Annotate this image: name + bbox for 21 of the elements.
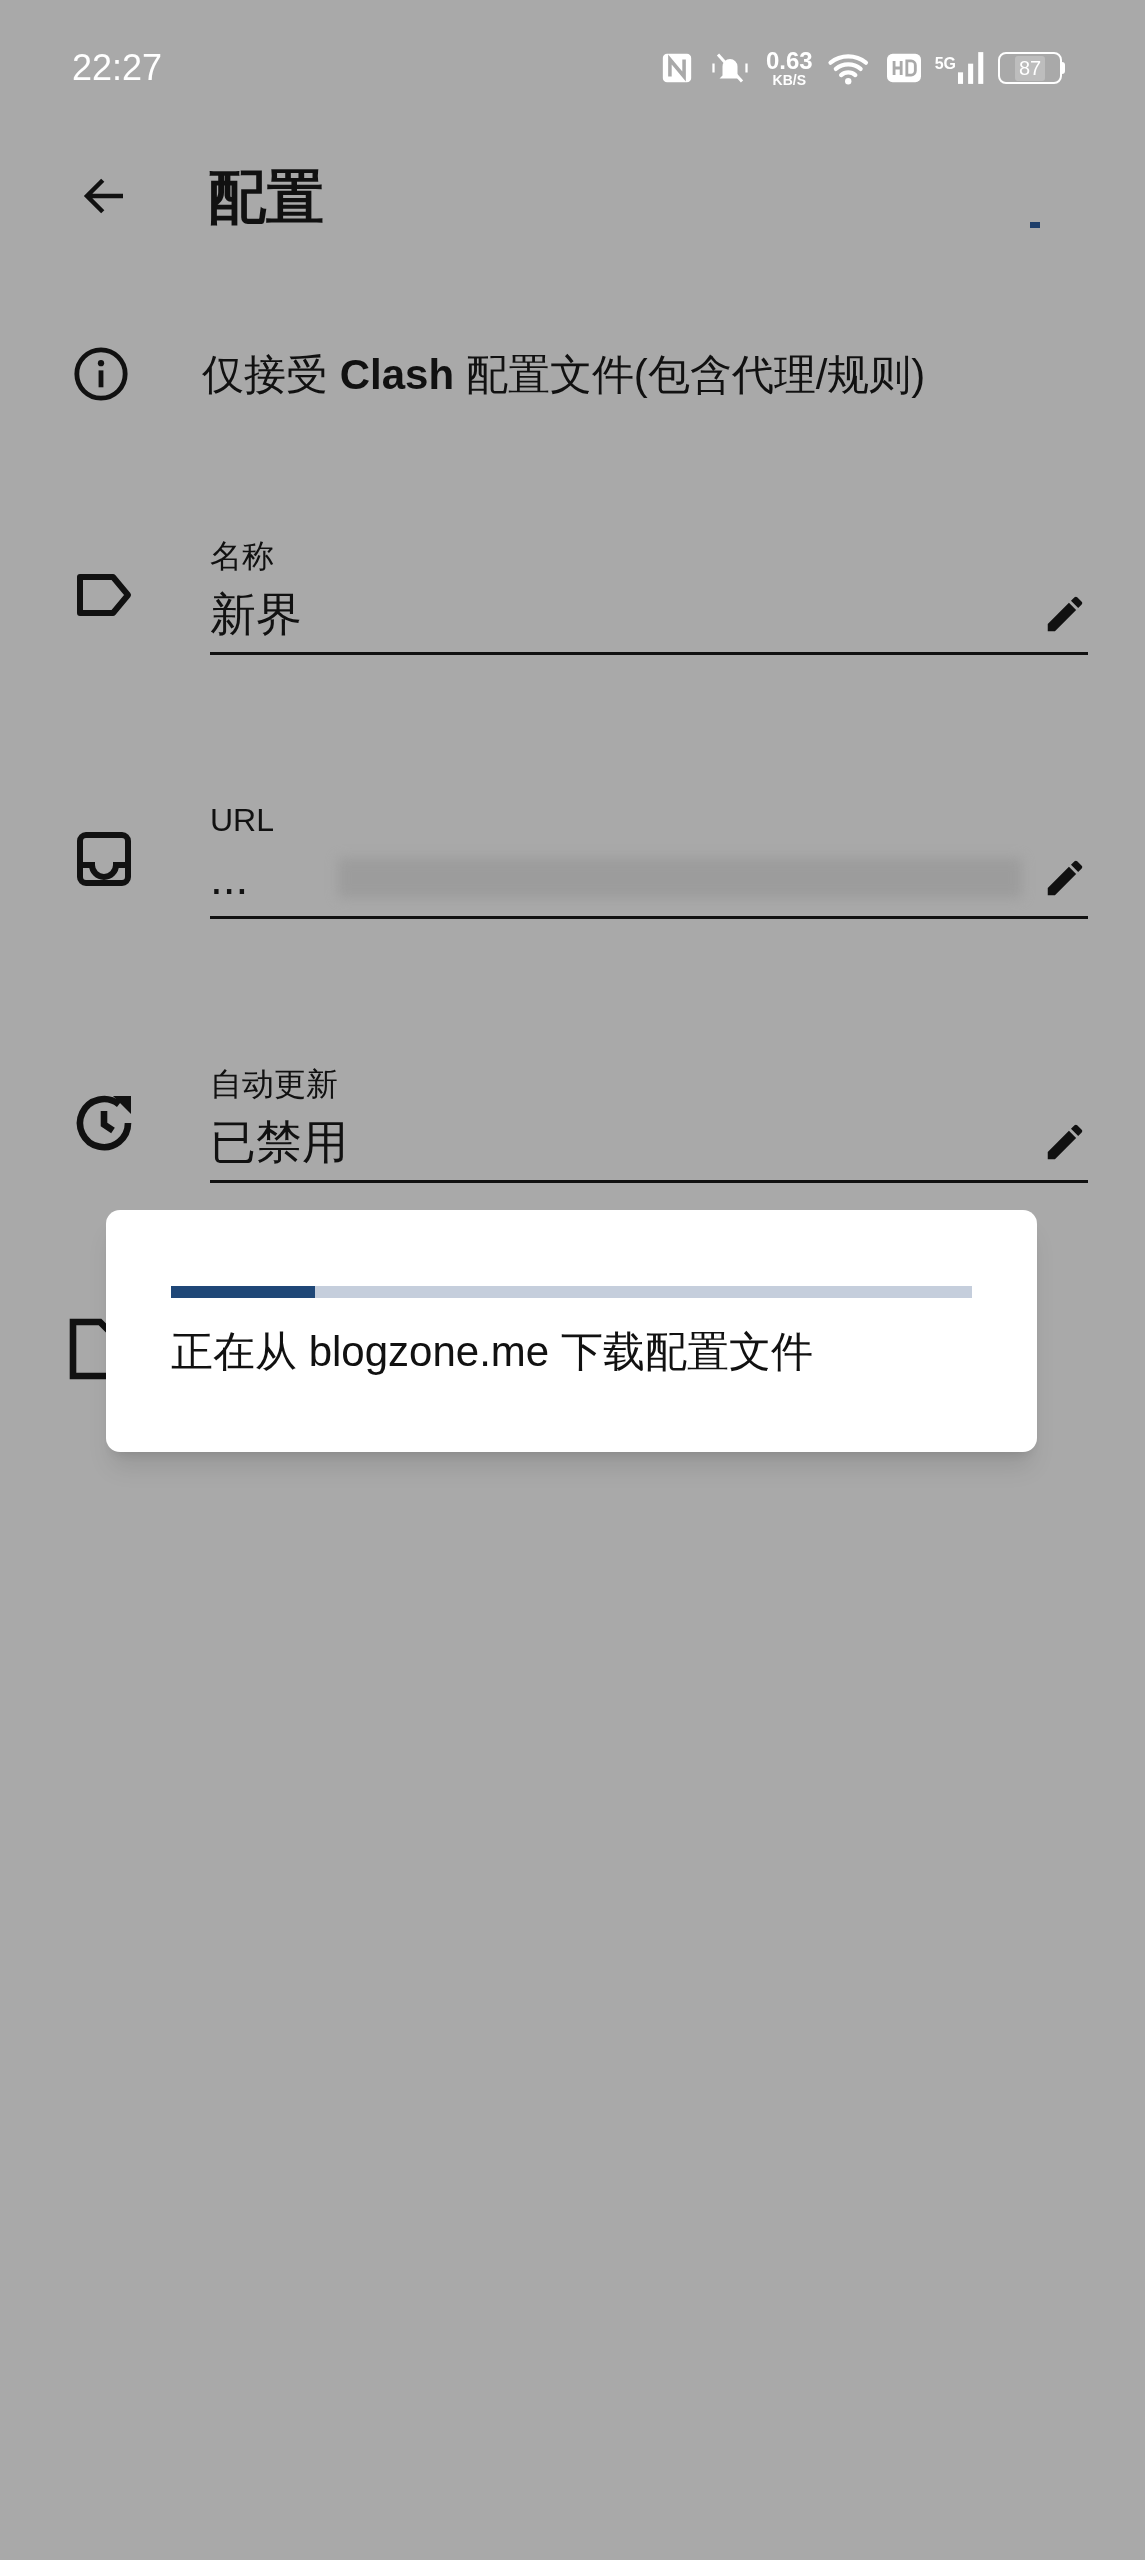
text-field[interactable]: 名称 新界 [210, 534, 1088, 655]
info-text: 仅接受 Clash 配置文件(包含代理/规则) [202, 349, 926, 400]
battery-level: 87 [1014, 55, 1046, 81]
text-field[interactable]: URL ... [210, 798, 1088, 919]
loading-indicator [1030, 222, 1040, 228]
net-speed: 0.63 [765, 49, 813, 73]
hd-icon [886, 53, 921, 83]
text-field[interactable]: 自动更新 已禁用 [210, 1062, 1088, 1183]
network-type: 5G [934, 54, 956, 74]
field-label: 自动更新 [210, 1065, 339, 1104]
field-value: 已禁用 [210, 1114, 348, 1170]
status-time: 22:27 [72, 46, 163, 90]
field-label: 名称 [210, 537, 275, 576]
info-icon [72, 345, 130, 403]
net-speed-unit: KB/S [772, 73, 806, 87]
page-title: 配置 [208, 162, 324, 231]
signal-bars-icon [958, 52, 984, 84]
dialog-message: 正在从 blogzone.me 下载配置文件 [171, 1327, 814, 1377]
field-value: 新界 [210, 586, 302, 642]
field-label: URL [210, 801, 275, 840]
field-value: ... [210, 850, 249, 906]
